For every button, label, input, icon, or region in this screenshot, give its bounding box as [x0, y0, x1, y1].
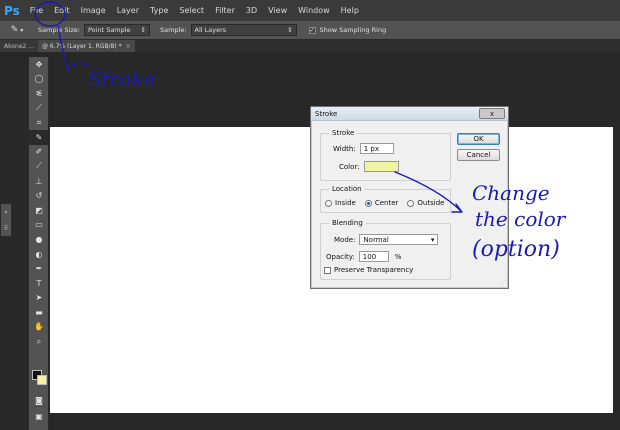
dodge-tool-icon[interactable]: ◐: [29, 247, 49, 262]
menu-image[interactable]: Image: [81, 6, 106, 15]
document-tab-bar: Akone2 ... @ 6.7% (Layer 1, RGB/8) * ×: [0, 40, 620, 52]
document-tab-active[interactable]: @ 6.7% (Layer 1, RGB/8) * ×: [37, 40, 135, 52]
sample-label: Sample:: [159, 26, 187, 34]
menu-layer[interactable]: Layer: [117, 6, 139, 15]
menu-select[interactable]: Select: [179, 6, 204, 15]
sample-value: All Layers: [194, 26, 227, 34]
show-sampling-ring-checkbox[interactable]: ✓: [308, 26, 316, 34]
eyedropper-tool-icon[interactable]: ✎: [29, 129, 49, 145]
chevron-down-icon: ▾: [430, 235, 435, 244]
brush-tool-icon[interactable]: ⟋: [29, 159, 49, 174]
move-tool-icon[interactable]: ✥: [29, 57, 49, 72]
resize-grip-icon[interactable]: ⋰: [500, 279, 506, 286]
stroke-dialog: Stroke x Stroke Width: 1 px Color: Locat…: [310, 106, 509, 289]
tab-label: @ 6.7% (Layer 1, RGB/8) *: [41, 42, 122, 50]
location-group: Location Inside Center Outside: [320, 185, 451, 213]
ellipse-marquee-tool-icon[interactable]: ◯: [29, 72, 49, 87]
eyedropper-icon: ✎: [10, 25, 19, 35]
clone-stamp-tool-icon[interactable]: ⊥: [29, 174, 49, 189]
menu-help[interactable]: Help: [341, 6, 359, 15]
width-input[interactable]: 1 px: [359, 143, 394, 154]
color-label: Color:: [339, 162, 360, 171]
location-inside-radio[interactable]: [325, 199, 332, 207]
hand-tool-icon[interactable]: ✋: [29, 320, 49, 335]
menu-window[interactable]: Window: [298, 6, 330, 15]
menu-view[interactable]: View: [268, 6, 287, 15]
location-outside-radio[interactable]: [407, 199, 415, 207]
screen-mode-icon[interactable]: ▣: [29, 409, 49, 424]
location-group-label: Location: [329, 185, 365, 193]
photoshop-logo: Ps: [4, 3, 20, 18]
expand-icon[interactable]: »: [4, 209, 8, 216]
zoom-tool-icon[interactable]: ⌕: [29, 334, 49, 349]
menu-type[interactable]: Type: [150, 6, 168, 15]
preserve-transparency-checkbox[interactable]: [324, 266, 331, 274]
quick-mask-icon[interactable]: ◙: [29, 393, 49, 408]
collapsed-panel-dock[interactable]: » ⠿: [0, 203, 12, 237]
crop-tool-icon[interactable]: ⌗: [29, 115, 49, 130]
ok-button[interactable]: OK: [457, 133, 500, 145]
close-icon[interactable]: ×: [126, 43, 131, 50]
select-arrows-icon: ⇕: [287, 26, 293, 34]
menu-filter[interactable]: Filter: [215, 6, 235, 15]
rectangle-tool-icon[interactable]: ▬: [29, 305, 49, 320]
tab-label: Akone2 ...: [4, 42, 34, 50]
ok-label: OK: [473, 135, 484, 143]
stroke-color-swatch[interactable]: [363, 161, 399, 172]
options-bar: ✎ ▾ Sample Size: Point Sample ⇕ Sample: A…: [0, 21, 620, 40]
menu-3d[interactable]: 3D: [246, 6, 257, 15]
sample-select[interactable]: All Layers ⇕: [190, 24, 297, 36]
width-value: 1 px: [363, 144, 379, 153]
cancel-button[interactable]: Cancel: [457, 149, 500, 161]
cancel-label: Cancel: [466, 151, 491, 159]
document-tab[interactable]: Akone2 ...: [0, 40, 38, 52]
width-label: Width:: [333, 144, 356, 153]
path-selection-tool-icon[interactable]: ➤: [29, 291, 49, 306]
dialog-title-bar[interactable]: Stroke x: [311, 107, 508, 121]
opacity-input[interactable]: 100: [358, 251, 389, 262]
spot-healing-tool-icon[interactable]: ✐: [29, 145, 49, 160]
blur-tool-icon[interactable]: ●: [29, 232, 49, 247]
close-icon: x: [489, 109, 495, 118]
opacity-unit: %: [394, 252, 402, 261]
chevron-down-icon: ▾: [20, 26, 24, 34]
dialog-close-button[interactable]: x: [479, 108, 505, 119]
sample-size-select[interactable]: Point Sample ⇕: [83, 24, 150, 36]
location-inside-label: Inside: [335, 199, 356, 207]
quick-selection-tool-icon[interactable]: ⟋: [29, 101, 49, 116]
menu-file[interactable]: File: [30, 6, 43, 15]
lasso-tool-icon[interactable]: ᓬ: [29, 86, 49, 101]
opacity-label: Opacity:: [326, 252, 355, 261]
stroke-group-label: Stroke: [329, 129, 358, 137]
blending-group: Blending Mode: Normal ▾ Opacity: 100 % P…: [320, 219, 451, 280]
stroke-group: Stroke Width: 1 px Color:: [320, 129, 451, 181]
eraser-tool-icon[interactable]: ◩: [29, 203, 49, 218]
sample-size-value: Point Sample: [87, 26, 131, 34]
type-tool-icon[interactable]: T: [29, 276, 49, 291]
dialog-title: Stroke: [315, 109, 338, 118]
tool-preset-picker[interactable]: ✎ ▾: [6, 23, 28, 38]
grip-icon: ⠿: [3, 224, 9, 232]
select-arrows-icon: ⇕: [140, 26, 146, 34]
sample-size-label: Sample Size:: [38, 26, 80, 34]
gradient-tool-icon[interactable]: ▭: [29, 218, 49, 233]
menu-bar: Ps File Edit Image Layer Type Select Fil…: [0, 0, 620, 21]
location-outside-label: Outside: [417, 199, 445, 207]
location-center-radio[interactable]: [364, 199, 372, 207]
background-color-swatch[interactable]: [37, 375, 47, 385]
stroke-note: Stroke: [88, 67, 155, 91]
location-center-label: Center: [374, 199, 399, 207]
tools-panel: ✥ ◯ ᓬ ⟋ ⌗ ✎ ✐ ⟋ ⊥ ↺ ◩ ▭ ● ◐ ✒ T ➤ ▬ ✋ ⌕ …: [29, 57, 49, 430]
mode-select[interactable]: Normal ▾: [359, 234, 439, 245]
history-brush-tool-icon[interactable]: ↺: [29, 188, 49, 203]
show-sampling-ring-label: Show Sampling Ring: [319, 26, 387, 34]
mode-value: Normal: [363, 235, 389, 244]
pen-tool-icon[interactable]: ✒: [29, 261, 49, 276]
mode-label: Mode:: [334, 235, 356, 244]
menu-edit[interactable]: Edit: [54, 6, 70, 15]
opacity-value: 100: [362, 252, 377, 261]
stroke-scribble-underline: [67, 62, 89, 71]
preserve-transparency-label: Preserve Transparency: [334, 266, 414, 274]
blending-group-label: Blending: [329, 219, 366, 227]
